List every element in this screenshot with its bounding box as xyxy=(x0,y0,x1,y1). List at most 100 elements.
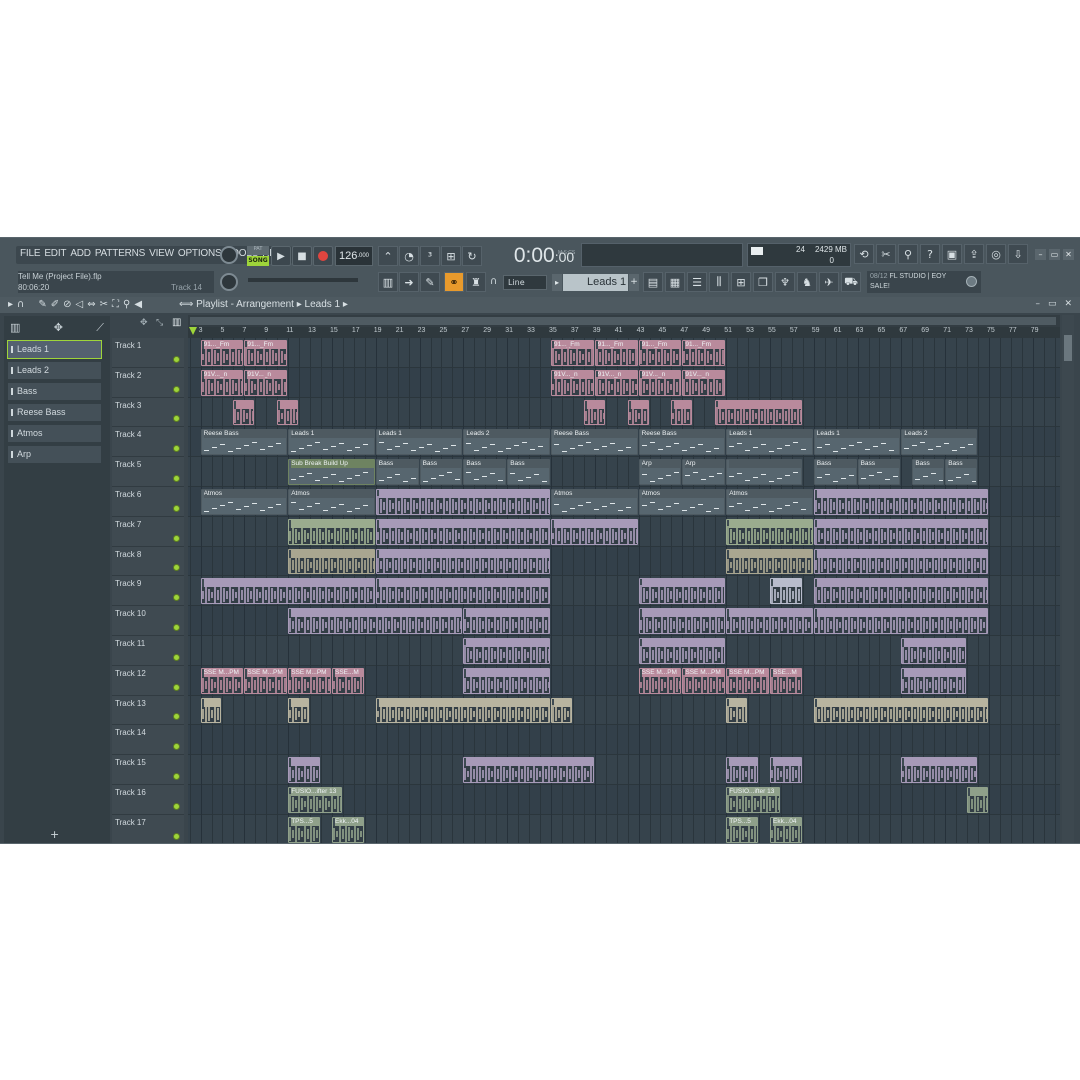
track-enable-led[interactable] xyxy=(173,743,180,751)
track-name[interactable]: Track 8 xyxy=(115,550,141,559)
track-header[interactable]: Track 8 xyxy=(112,547,184,577)
mixer-icon[interactable]: ⫼ xyxy=(709,272,729,292)
snap-selector[interactable]: Line xyxy=(503,275,547,290)
track-header[interactable]: Track 7 xyxy=(112,517,184,547)
playlist-minimize-icon[interactable]: – xyxy=(1035,299,1040,309)
audio-clip[interactable] xyxy=(715,399,802,426)
pattern-clip[interactable]: Leads 1 xyxy=(726,429,813,456)
audio-clip[interactable] xyxy=(463,757,594,783)
audio-clip[interactable]: FUSIO...ifter 13 xyxy=(288,787,342,813)
audio-clip[interactable] xyxy=(233,399,255,426)
audio-clip[interactable] xyxy=(901,757,978,783)
audio-clip[interactable] xyxy=(726,548,813,575)
pattern-clip[interactable]: Atmos xyxy=(726,489,813,515)
arrow-right-icon[interactable]: ➜ xyxy=(399,272,419,292)
timeline-ruler[interactable]: 3 5 7 9 11 13 15 17 19 21 23 25 27 29 31 33 35 37 39 41 43 45… xyxy=(188,327,1060,338)
audio-clip[interactable]: 91..._Fm xyxy=(200,340,244,366)
audio-clip[interactable]: TPS...5 xyxy=(726,816,759,843)
plugin-database-icon[interactable]: ❐ xyxy=(753,272,773,292)
track-enable-led[interactable] xyxy=(173,474,180,482)
track-name[interactable]: Track 4 xyxy=(115,430,141,439)
magnet-snap-icon[interactable]: ∩ xyxy=(17,299,24,310)
track-header[interactable]: Track 12 xyxy=(112,666,184,696)
audio-clip[interactable] xyxy=(463,638,550,664)
globe-icon[interactable] xyxy=(966,276,977,287)
audio-clip[interactable] xyxy=(638,578,726,605)
menu-options[interactable]: OPTIONS xyxy=(178,248,222,262)
audio-clip[interactable] xyxy=(375,548,550,575)
track-name[interactable]: Track 13 xyxy=(115,699,146,708)
pattern-clip[interactable]: Bass xyxy=(813,459,857,485)
track-enable-led[interactable] xyxy=(173,683,180,691)
audio-clip[interactable] xyxy=(463,608,550,634)
pattern-clip[interactable]: Bass xyxy=(912,459,945,485)
pattern-clip[interactable]: Reese Bass xyxy=(200,429,288,456)
audio-clip[interactable] xyxy=(671,399,693,426)
audio-clip[interactable]: 91..._Fm xyxy=(550,340,594,366)
track-header[interactable]: Track 5 xyxy=(112,457,184,487)
track-header[interactable]: Track 13 xyxy=(112,696,184,726)
playlist-pattern[interactable]: Leads 1 xyxy=(305,299,341,310)
track-name[interactable]: Track 3 xyxy=(115,401,141,410)
audio-clip[interactable]: TPS...5 xyxy=(288,816,321,843)
piano-icon[interactable]: ▥ xyxy=(378,272,398,292)
pattern-clip[interactable]: Leads 2 xyxy=(463,429,550,456)
track-name[interactable]: Track 7 xyxy=(115,520,141,529)
pattern-clip[interactable]: Leads 1 xyxy=(813,429,901,456)
track-name[interactable]: Track 15 xyxy=(115,758,146,767)
pattern-clip[interactable]: Arp xyxy=(682,459,726,485)
audio-clip[interactable] xyxy=(200,697,222,724)
audio-clip[interactable] xyxy=(550,697,572,724)
vertical-scrollbar[interactable] xyxy=(1062,315,1074,843)
picker-add-button[interactable]: + xyxy=(50,828,59,841)
audio-clip[interactable] xyxy=(627,399,649,426)
channel-rack-icon[interactable]: ☰ xyxy=(687,272,707,292)
audio-clip[interactable] xyxy=(288,697,310,724)
track-enable-led[interactable] xyxy=(173,445,180,453)
audio-clip[interactable]: 91V..._n xyxy=(638,369,682,396)
pattern-selector[interactable]: Leads 1 xyxy=(563,274,628,291)
audio-clip[interactable]: 91..._Fm xyxy=(594,340,638,366)
audio-clip[interactable]: 91V..._n xyxy=(594,369,638,396)
pattern-clip[interactable]: Bass xyxy=(507,459,550,485)
vertical-scroll-thumb[interactable] xyxy=(1064,335,1072,361)
track-header[interactable]: Track 4 xyxy=(112,427,184,458)
audio-clip[interactable] xyxy=(726,697,748,724)
paint-tool-icon[interactable]: ✐ xyxy=(51,299,59,310)
pattern-clip[interactable] xyxy=(726,459,802,485)
zoom-tool-icon[interactable]: ⚲ xyxy=(123,299,130,310)
picker-item[interactable]: Arp xyxy=(8,446,101,463)
playhead-marker[interactable] xyxy=(189,327,197,335)
track-header[interactable]: Track 3 xyxy=(112,398,184,428)
audio-clip[interactable]: SSE...M xyxy=(331,667,364,694)
pattern-clip[interactable]: Atmos xyxy=(550,489,638,515)
track-header[interactable]: Track 2 xyxy=(112,368,184,398)
arrangement-grid[interactable]: 91..._Fm 91..._Fm 91..._Fm 91..._Fm 91..._Fm… xyxy=(188,338,1060,843)
delete-tool-icon[interactable]: ⊘ xyxy=(63,299,71,310)
playback-tool-icon[interactable]: ◀ xyxy=(134,299,142,310)
stamp-icon[interactable]: ♜ xyxy=(466,272,486,292)
track-name[interactable]: Track 12 xyxy=(115,669,146,678)
touch-controller-icon[interactable]: ♞ xyxy=(797,272,817,292)
audio-clip[interactable]: FUSIO...ifter 13 xyxy=(726,787,780,813)
audio-clip[interactable] xyxy=(726,518,813,545)
track-enable-led[interactable] xyxy=(173,653,180,661)
picker-audio-icon[interactable]: ✥ xyxy=(54,321,63,335)
pattern-clip[interactable]: Reese Bass xyxy=(638,429,726,456)
track-enable-led[interactable] xyxy=(173,623,180,631)
audio-clip[interactable] xyxy=(583,399,605,426)
audio-clip[interactable] xyxy=(550,518,638,545)
track-header[interactable]: Track 15 xyxy=(112,755,184,785)
pattern-clip[interactable]: Leads 1 xyxy=(375,429,463,456)
track-name[interactable]: Track 1 xyxy=(115,341,141,350)
audio-clip[interactable] xyxy=(375,518,550,545)
track-header[interactable]: Track 10 xyxy=(112,606,184,636)
menu-patterns[interactable]: PATTERNS xyxy=(95,248,145,262)
pattern-clip[interactable]: Bass xyxy=(419,459,463,485)
picker-item[interactable]: Leads 1 xyxy=(7,340,102,359)
audio-clip[interactable] xyxy=(288,608,463,634)
audio-clip[interactable] xyxy=(375,489,550,515)
audio-clip[interactable]: 91V..._n xyxy=(200,369,244,396)
select-tool-icon[interactable]: ⛶ xyxy=(112,299,119,310)
audio-clip[interactable]: 91V..._n xyxy=(244,369,288,396)
